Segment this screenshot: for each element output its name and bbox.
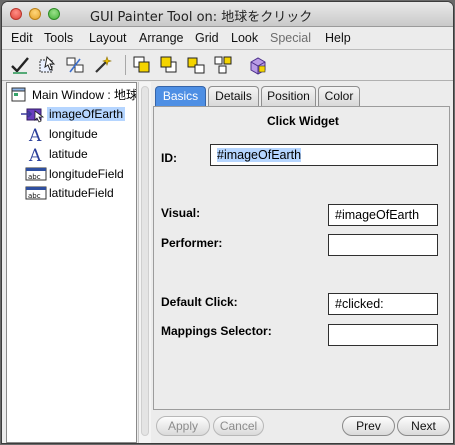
tab-position[interactable]: Position: [261, 86, 316, 106]
id-field-value: #imageOfEarth: [217, 148, 302, 162]
window-icon: [11, 87, 26, 102]
menu-tools[interactable]: Tools: [44, 31, 73, 45]
toolbar-separator: [125, 55, 126, 75]
default-click-label: Default Click:: [161, 295, 238, 309]
tree-item-imageofearth[interactable]: imageOfEarth: [7, 105, 136, 123]
mappings-selector-label: Mappings Selector:: [161, 324, 272, 338]
tree-item-longitude[interactable]: A longitude: [7, 125, 136, 143]
menu-edit[interactable]: Edit: [11, 31, 33, 45]
menu-grid[interactable]: Grid: [195, 31, 219, 45]
tree-scrollbar[interactable]: [138, 82, 151, 443]
tab-color[interactable]: Color: [318, 86, 360, 106]
action-button-icon: [21, 108, 45, 123]
widget-tree[interactable]: Main Window : 地球 imageOfEarth A longitud…: [6, 82, 137, 443]
send-back-icon[interactable]: [158, 54, 180, 76]
zoom-window-button[interactable]: [48, 8, 60, 20]
align-icon[interactable]: [185, 54, 207, 76]
wand-tool-icon[interactable]: [92, 54, 114, 76]
menu-arrange[interactable]: Arrange: [139, 31, 183, 45]
menu-bar: Edit Tools Layout Arrange Grid Look Spec…: [2, 27, 453, 50]
menu-layout[interactable]: Layout: [89, 31, 127, 45]
svg-text:A: A: [28, 146, 42, 163]
tree-item-label: Main Window : 地球: [32, 88, 137, 102]
distribute-icon[interactable]: [212, 54, 234, 76]
bring-front-icon[interactable]: [131, 54, 153, 76]
menu-special[interactable]: Special: [270, 31, 311, 45]
default-click-field[interactable]: #clicked:: [328, 293, 438, 315]
tree-item-latitude[interactable]: A latitude: [7, 145, 136, 163]
gui-painter-window: GUI Painter Tool on: 地球をクリック Edit Tools …: [2, 2, 453, 443]
input-field-icon: abc: [25, 186, 47, 200]
tree-item-label: latitudeField: [49, 186, 114, 200]
performer-field[interactable]: [328, 234, 438, 256]
widget-cube-icon[interactable]: [247, 54, 269, 76]
label-icon: A: [28, 146, 42, 163]
tree-scrollbar-thumb[interactable]: [141, 86, 149, 436]
performer-label: Performer:: [161, 236, 223, 250]
tree-item-label: imageOfEarth: [47, 107, 126, 121]
tree-item-latitudefield[interactable]: abc latitudeField: [7, 184, 136, 202]
id-field[interactable]: #imageOfEarth: [210, 144, 438, 166]
window-title: GUI Painter Tool on: 地球をクリック: [90, 10, 313, 25]
tab-details[interactable]: Details: [208, 86, 259, 106]
group-tool-icon[interactable]: [64, 54, 86, 76]
apply-button[interactable]: Apply: [156, 416, 210, 436]
tree-item-label: longitude: [49, 127, 98, 141]
input-field-icon: abc: [25, 167, 47, 181]
cancel-button[interactable]: Cancel: [213, 416, 264, 436]
mappings-selector-field[interactable]: [328, 324, 438, 346]
tree-item-label: longitudeField: [49, 167, 124, 181]
prev-button[interactable]: Prev: [342, 416, 395, 436]
menu-look[interactable]: Look: [231, 31, 258, 45]
menu-help[interactable]: Help: [325, 31, 351, 45]
panel-heading: Click Widget: [267, 114, 339, 128]
label-icon: A: [28, 126, 42, 143]
title-bar[interactable]: GUI Painter Tool on: 地球をクリック: [2, 2, 453, 27]
tree-item-longitudefield[interactable]: abc longitudeField: [7, 165, 136, 183]
minimize-window-button[interactable]: [29, 8, 41, 20]
close-window-button[interactable]: [10, 8, 22, 20]
tree-item-label: latitude: [49, 147, 88, 161]
select-tool-icon[interactable]: [36, 54, 58, 76]
svg-text:abc: abc: [28, 173, 41, 181]
tree-item-main-window[interactable]: Main Window : 地球: [7, 86, 137, 104]
tab-basics[interactable]: Basics: [155, 86, 206, 106]
svg-text:abc: abc: [28, 192, 41, 200]
toolbar: [2, 50, 453, 81]
svg-text:A: A: [28, 126, 42, 143]
id-label: ID:: [161, 151, 177, 165]
next-button[interactable]: Next: [397, 416, 450, 436]
visual-field[interactable]: #imageOfEarth: [328, 204, 438, 226]
basics-panel: Click Widget ID: #imageOfEarth Visual: #…: [153, 106, 450, 410]
visual-label: Visual:: [161, 206, 201, 220]
check-tool-icon[interactable]: [9, 54, 31, 76]
